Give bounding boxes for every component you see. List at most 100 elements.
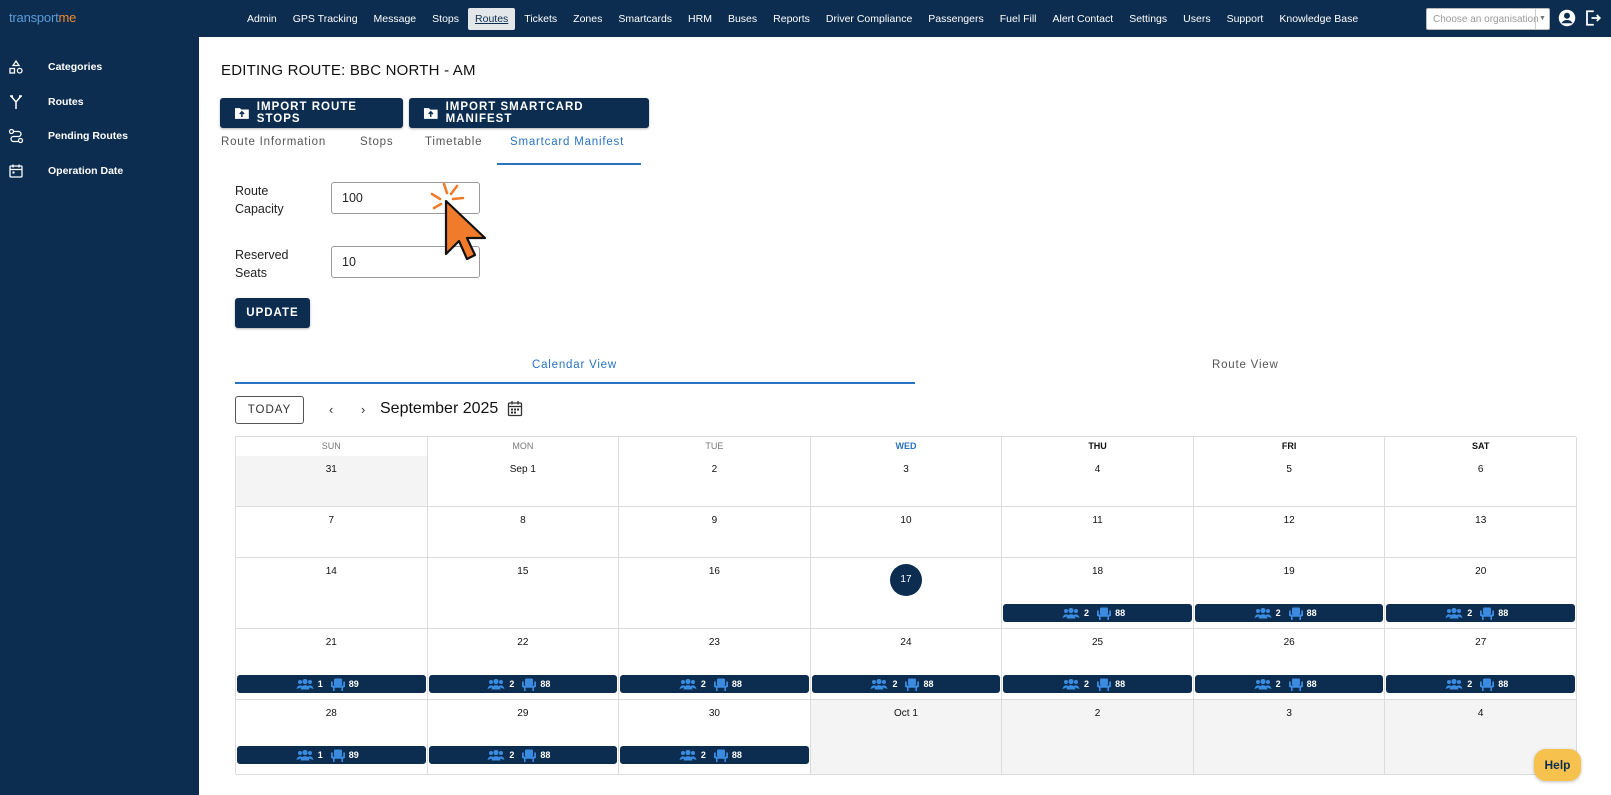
calendar-day-cell[interactable]: 12 bbox=[1193, 507, 1386, 558]
manifest-event[interactable]: 2 88 bbox=[1194, 675, 1384, 693]
calendar-day-cell[interactable]: 4 bbox=[1002, 456, 1194, 507]
day-number[interactable]: Sep 1 bbox=[428, 464, 619, 475]
day-number[interactable]: 3 bbox=[1194, 708, 1385, 719]
day-number[interactable]: 24 bbox=[811, 637, 1002, 648]
sidebar-item-routes[interactable]: Routes bbox=[0, 88, 199, 116]
calendar-day-cell[interactable]: 27 2 88 bbox=[1385, 629, 1577, 700]
calendar-day-cell[interactable]: 7 bbox=[236, 507, 428, 558]
calendar-day-cell[interactable]: 22 2 88 bbox=[427, 629, 620, 700]
manifest-event[interactable]: 2 88 bbox=[1003, 604, 1192, 622]
day-number[interactable]: 5 bbox=[1194, 464, 1385, 475]
day-number[interactable]: 10 bbox=[811, 515, 1002, 526]
nav-item-driver-compliance[interactable]: Driver Compliance bbox=[819, 8, 919, 30]
manifest-event[interactable]: 2 88 bbox=[620, 675, 809, 693]
calendar-day-cell[interactable]: 25 2 88 bbox=[1002, 629, 1194, 700]
nav-item-admin[interactable]: Admin bbox=[240, 8, 284, 30]
day-number[interactable]: 15 bbox=[428, 566, 619, 577]
day-number[interactable]: 6 bbox=[1385, 464, 1576, 475]
manifest-event[interactable]: 2 88 bbox=[1386, 675, 1575, 693]
day-number[interactable]: 2 bbox=[619, 464, 810, 475]
day-number[interactable]: 22 bbox=[428, 637, 619, 648]
day-number[interactable]: 14 bbox=[236, 566, 427, 577]
calendar-day-cell[interactable]: 18 2 88 bbox=[1002, 558, 1194, 629]
calendar-picker-icon[interactable] bbox=[507, 400, 523, 417]
calendar-day-cell[interactable]: 3 bbox=[1193, 700, 1386, 775]
calendar-day-cell[interactable]: 2 bbox=[619, 456, 811, 507]
nav-item-buses[interactable]: Buses bbox=[721, 8, 764, 30]
calendar-day-cell[interactable]: 9 bbox=[619, 507, 811, 558]
day-number[interactable]: 4 bbox=[1002, 464, 1193, 475]
calendar-day-cell[interactable]: 17 bbox=[810, 558, 1003, 629]
logout-icon[interactable] bbox=[1584, 9, 1602, 27]
nav-item-users[interactable]: Users bbox=[1176, 8, 1217, 30]
calendar-day-cell[interactable]: 30 2 88 bbox=[619, 700, 811, 775]
nav-item-smartcards[interactable]: Smartcards bbox=[611, 8, 679, 30]
nav-item-gps-tracking[interactable]: GPS Tracking bbox=[286, 8, 365, 30]
day-number[interactable]: 2 bbox=[1002, 708, 1193, 719]
day-number[interactable]: 26 bbox=[1194, 637, 1385, 648]
transportme-logo[interactable]: transportme bbox=[9, 10, 76, 25]
update-button[interactable]: UPDATE bbox=[235, 298, 310, 328]
calendar-day-cell[interactable]: 31 bbox=[236, 456, 428, 507]
calendar-day-cell[interactable]: 26 2 88 bbox=[1193, 629, 1386, 700]
calendar-day-cell[interactable]: 19 2 88 bbox=[1193, 558, 1386, 629]
calendar-day-cell[interactable]: 3 bbox=[810, 456, 1003, 507]
calendar-day-cell[interactable]: 13 bbox=[1385, 507, 1577, 558]
calendar-day-cell[interactable]: Sep 1 bbox=[427, 456, 620, 507]
calendar-day-cell[interactable]: 21 1 89 bbox=[236, 629, 428, 700]
tab-calendar-view[interactable]: Calendar View bbox=[532, 359, 617, 371]
calendar-day-cell[interactable]: 23 2 88 bbox=[619, 629, 811, 700]
next-month-button[interactable]: › bbox=[361, 402, 365, 417]
sidebar-item-categories[interactable]: Categories bbox=[0, 53, 199, 81]
nav-item-alert-contact[interactable]: Alert Contact bbox=[1046, 8, 1121, 30]
tab-route-information[interactable]: Route Information bbox=[221, 136, 326, 148]
manifest-event[interactable]: 2 88 bbox=[1386, 604, 1575, 622]
day-number[interactable]: 28 bbox=[236, 708, 427, 719]
manifest-event[interactable]: 2 88 bbox=[1003, 675, 1192, 693]
day-number[interactable]: 3 bbox=[811, 464, 1002, 475]
nav-item-passengers[interactable]: Passengers bbox=[921, 8, 990, 30]
day-number[interactable]: 13 bbox=[1385, 515, 1576, 526]
calendar-day-cell[interactable]: 8 bbox=[427, 507, 620, 558]
manifest-event[interactable]: 1 89 bbox=[237, 746, 426, 764]
import-smartcard-manifest-button[interactable]: IMPORT SMARTCARD MANIFEST bbox=[409, 98, 649, 128]
manifest-event[interactable]: 2 88 bbox=[620, 746, 809, 764]
day-number[interactable]: 11 bbox=[1002, 515, 1193, 526]
day-number[interactable]: 27 bbox=[1385, 637, 1576, 648]
account-icon[interactable] bbox=[1558, 9, 1576, 27]
day-number[interactable]: 20 bbox=[1385, 566, 1576, 577]
calendar-day-cell[interactable]: 16 bbox=[619, 558, 811, 629]
calendar-day-cell[interactable]: 14 bbox=[236, 558, 428, 629]
day-number[interactable]: 9 bbox=[619, 515, 810, 526]
day-number[interactable]: 31 bbox=[236, 464, 427, 475]
calendar-day-cell[interactable]: Oct 1 bbox=[810, 700, 1003, 775]
calendar-day-cell[interactable]: 28 1 89 bbox=[236, 700, 428, 775]
tab-timetable[interactable]: Timetable bbox=[425, 136, 482, 148]
calendar-day-cell[interactable]: 15 bbox=[427, 558, 620, 629]
day-number[interactable]: 7 bbox=[236, 515, 427, 526]
sidebar-item-operation-date[interactable]: Operation Date bbox=[0, 157, 199, 185]
day-number[interactable]: 18 bbox=[1002, 566, 1193, 577]
tab-smartcard-manifest[interactable]: Smartcard Manifest bbox=[510, 136, 624, 148]
import-route-stops-button[interactable]: IMPORT ROUTE STOPS bbox=[220, 98, 403, 128]
calendar-day-cell[interactable]: 6 bbox=[1385, 456, 1577, 507]
manifest-event[interactable]: 1 89 bbox=[237, 675, 426, 693]
manifest-event[interactable]: 2 88 bbox=[428, 746, 618, 764]
organisation-select[interactable]: Choose an organisation ▼ bbox=[1426, 8, 1550, 30]
calendar-day-cell[interactable]: 29 2 88 bbox=[427, 700, 620, 775]
calendar-day-cell[interactable]: 10 bbox=[810, 507, 1003, 558]
nav-item-stops[interactable]: Stops bbox=[425, 8, 466, 30]
manifest-event[interactable]: 2 88 bbox=[428, 675, 618, 693]
nav-item-tickets[interactable]: Tickets bbox=[517, 8, 564, 30]
manifest-event[interactable]: 2 88 bbox=[1194, 604, 1384, 622]
sidebar-item-pending-routes[interactable]: Pending Routes bbox=[0, 122, 199, 150]
nav-item-message[interactable]: Message bbox=[367, 8, 424, 30]
calendar-day-cell[interactable]: 24 2 88 bbox=[810, 629, 1003, 700]
day-number[interactable]: 21 bbox=[236, 637, 427, 648]
day-number[interactable]: 8 bbox=[428, 515, 619, 526]
day-number[interactable]: 4 bbox=[1385, 708, 1576, 719]
day-number[interactable]: Oct 1 bbox=[811, 708, 1002, 719]
nav-item-hrm[interactable]: HRM bbox=[681, 8, 719, 30]
today-day-number[interactable]: 17 bbox=[889, 564, 922, 596]
nav-item-knowledge-base[interactable]: Knowledge Base bbox=[1272, 8, 1365, 30]
